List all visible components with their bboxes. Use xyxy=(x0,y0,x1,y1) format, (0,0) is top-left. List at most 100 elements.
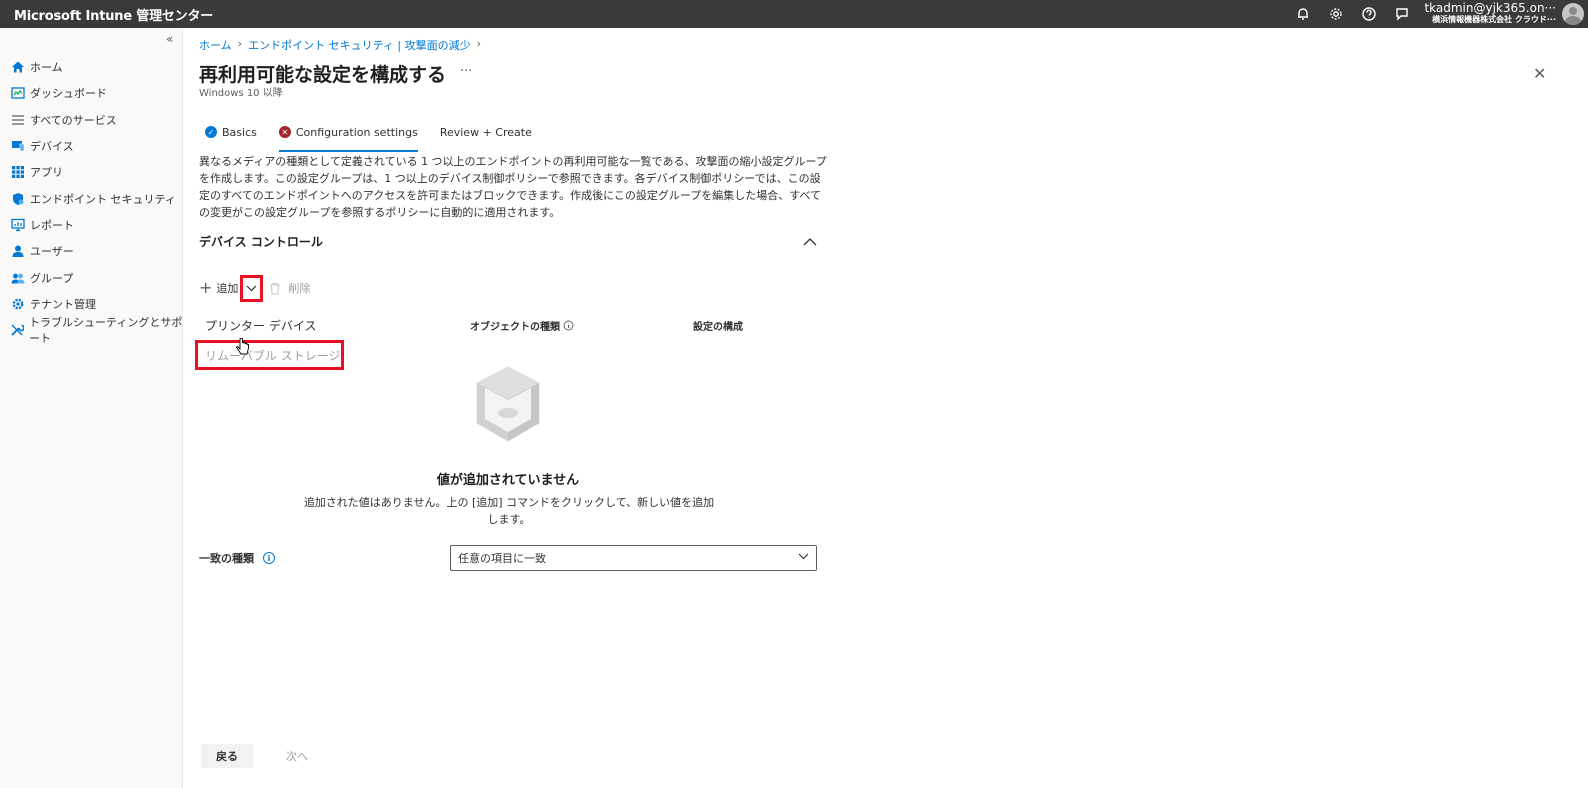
breadcrumb-endpoint-security[interactable]: エンドポイント セキュリティ | 攻撃面の減少 xyxy=(248,37,471,53)
plus-icon: + xyxy=(199,278,213,297)
sidebar-item-label: ホーム xyxy=(30,61,63,75)
account-user: tkadmin@yjk365.on··· xyxy=(1424,1,1556,15)
close-button[interactable]: ✕ xyxy=(1533,64,1546,83)
column-label: 設定の構成 xyxy=(693,322,743,333)
chevron-right-icon: › xyxy=(476,37,482,50)
empty-box-icon xyxy=(473,363,543,449)
help-button[interactable] xyxy=(1352,0,1385,28)
sidebar-item-label: レポート xyxy=(30,218,74,232)
apps-icon xyxy=(10,165,25,179)
account-tenant: 横浜情報機器株式会社 クラウド··· xyxy=(1432,15,1556,24)
page-title: 再利用可能な設定を構成する xyxy=(199,64,447,86)
sidebar-item-endpoint-security[interactable]: エンドポイント セキュリティ xyxy=(0,185,183,211)
avatar[interactable] xyxy=(1562,3,1584,25)
chevron-right-icon: › xyxy=(237,37,243,50)
tenant-icon xyxy=(10,297,25,311)
list-icon xyxy=(10,113,25,127)
breadcrumb: ホーム › エンドポイント セキュリティ | 攻撃面の減少 › xyxy=(199,37,481,53)
match-type-select[interactable]: 任意の項目に一致 xyxy=(450,545,817,571)
gear-icon xyxy=(1330,8,1342,20)
sidebar-item-home[interactable]: ホーム xyxy=(0,54,183,80)
sidebar-item-troubleshooting[interactable]: トラブルシューティングとサポート xyxy=(0,316,183,346)
sidebar-nav: ホーム ダッシュボード すべてのサービス デバイス アプリ エンドポイント セキ… xyxy=(0,54,183,346)
sidebar-item-apps[interactable]: アプリ xyxy=(0,159,183,185)
delete-button[interactable]: 削除 xyxy=(269,280,310,296)
sidebar: « ホーム ダッシュボード すべてのサービス デバイス アプリ エンドポイント … xyxy=(0,28,183,788)
add-button[interactable]: + 追加 xyxy=(199,280,238,296)
sidebar-item-all-services[interactable]: すべてのサービス xyxy=(0,107,183,133)
devices-icon xyxy=(10,139,25,153)
info-icon[interactable]: i xyxy=(263,552,275,564)
next-button[interactable]: 次へ xyxy=(271,744,323,768)
empty-state-title: 値が追加されていません xyxy=(436,473,580,488)
sidebar-item-label: グループ xyxy=(30,271,74,285)
check-icon: ✓ xyxy=(205,126,217,138)
add-dropdown-menu: プリンター デバイス リムーバブル ストレージ xyxy=(195,310,355,370)
settings-button[interactable] xyxy=(1319,0,1352,28)
shield-icon xyxy=(10,192,25,206)
tab-label: Review + Create xyxy=(439,125,532,139)
delete-label: 削除 xyxy=(288,282,311,295)
menu-item-printer-device[interactable]: プリンター デバイス xyxy=(195,310,355,340)
sidebar-item-label: ユーザー xyxy=(30,245,74,259)
collapse-sidebar-button[interactable]: « xyxy=(166,32,173,46)
column-header-config[interactable]: 設定の構成 xyxy=(693,318,743,333)
tab-label: Basics xyxy=(222,125,257,139)
app-brand[interactable]: Microsoft Intune 管理センター xyxy=(14,5,213,24)
top-bar-actions: tkadmin@yjk365.on··· 横浜情報機器株式会社 クラウド··· xyxy=(1286,0,1588,28)
empty-state-description: 追加された値はありません。上の [追加] コマンドをクリックして、新しい値を追加… xyxy=(303,496,715,526)
match-type-label: 一致の種類 i xyxy=(199,550,275,566)
sidebar-item-tenant-admin[interactable]: テナント管理 xyxy=(0,291,183,317)
top-bar: Microsoft Intune 管理センター tkadmin@yjk365.o… xyxy=(0,0,1588,28)
account-info[interactable]: tkadmin@yjk365.on··· 横浜情報機器株式会社 クラウド··· xyxy=(1424,1,1556,25)
description: 異なるメディアの種類として定義されている 1 つ以上のエンドポイントの再利用可能… xyxy=(199,155,827,219)
tab-basics[interactable]: ✓ Basics xyxy=(205,126,257,139)
match-type-text: 一致の種類 xyxy=(199,552,254,565)
sidebar-item-label: ダッシュボード xyxy=(30,87,107,101)
home-icon xyxy=(10,60,25,74)
sidebar-item-groups[interactable]: グループ xyxy=(0,264,183,290)
error-icon: ✕ xyxy=(278,126,291,138)
dashboard-icon xyxy=(10,86,25,100)
breadcrumb-home[interactable]: ホーム xyxy=(199,37,232,53)
group-icon xyxy=(10,271,25,285)
sidebar-item-dashboard[interactable]: ダッシュボード xyxy=(0,80,183,106)
menu-item-removable-storage[interactable]: リムーバブル ストレージ xyxy=(195,340,344,370)
chevron-down-icon xyxy=(246,285,257,291)
add-label: 追加 xyxy=(216,282,239,295)
sidebar-item-label: トラブルシューティングとサポート xyxy=(29,316,183,346)
info-icon xyxy=(563,320,574,331)
tab-configuration-settings[interactable]: ✕ Configuration settings xyxy=(278,125,418,152)
back-button[interactable]: 戻る xyxy=(201,744,253,768)
tab-review-create[interactable]: Review + Create xyxy=(440,126,532,139)
sidebar-item-label: テナント管理 xyxy=(30,297,96,311)
notifications-button[interactable] xyxy=(1286,0,1319,28)
mouse-cursor-icon xyxy=(236,337,250,360)
sidebar-item-label: すべてのサービス xyxy=(30,113,117,127)
user-icon xyxy=(10,244,25,258)
chevron-up-icon[interactable] xyxy=(803,232,817,251)
sidebar-item-devices[interactable]: デバイス xyxy=(0,133,183,159)
report-icon xyxy=(10,218,25,232)
more-options-button[interactable]: ··· xyxy=(460,64,472,79)
sidebar-item-label: エンドポイント セキュリティ xyxy=(30,192,176,206)
chevron-down-icon xyxy=(798,553,809,560)
sidebar-item-reports[interactable]: レポート xyxy=(0,212,183,238)
wizard-tabs: ✓ Basics ✕ Configuration settings Review… xyxy=(205,122,554,152)
tab-label: Configuration settings xyxy=(295,125,418,139)
help-icon xyxy=(1362,7,1376,21)
trash-icon xyxy=(270,282,281,295)
toolbar: + 追加 削除 xyxy=(199,274,310,302)
bell-icon xyxy=(1297,8,1308,20)
page-subtitle: Windows 10 以降 xyxy=(199,88,283,99)
feedback-icon xyxy=(1396,8,1408,21)
column-header-object-type[interactable]: オブジェクトの種類 xyxy=(470,318,574,333)
wrench-icon xyxy=(10,323,24,337)
feedback-button[interactable] xyxy=(1385,0,1418,28)
section-title: デバイス コントロール xyxy=(199,235,323,249)
sidebar-item-label: アプリ xyxy=(30,166,63,180)
sidebar-item-users[interactable]: ユーザー xyxy=(0,238,183,264)
main-panel: ホーム › エンドポイント セキュリティ | 攻撃面の減少 › 再利用可能な設定… xyxy=(183,28,1588,788)
column-label: オブジェクトの種類 xyxy=(470,322,560,333)
add-dropdown-button[interactable] xyxy=(240,274,264,302)
